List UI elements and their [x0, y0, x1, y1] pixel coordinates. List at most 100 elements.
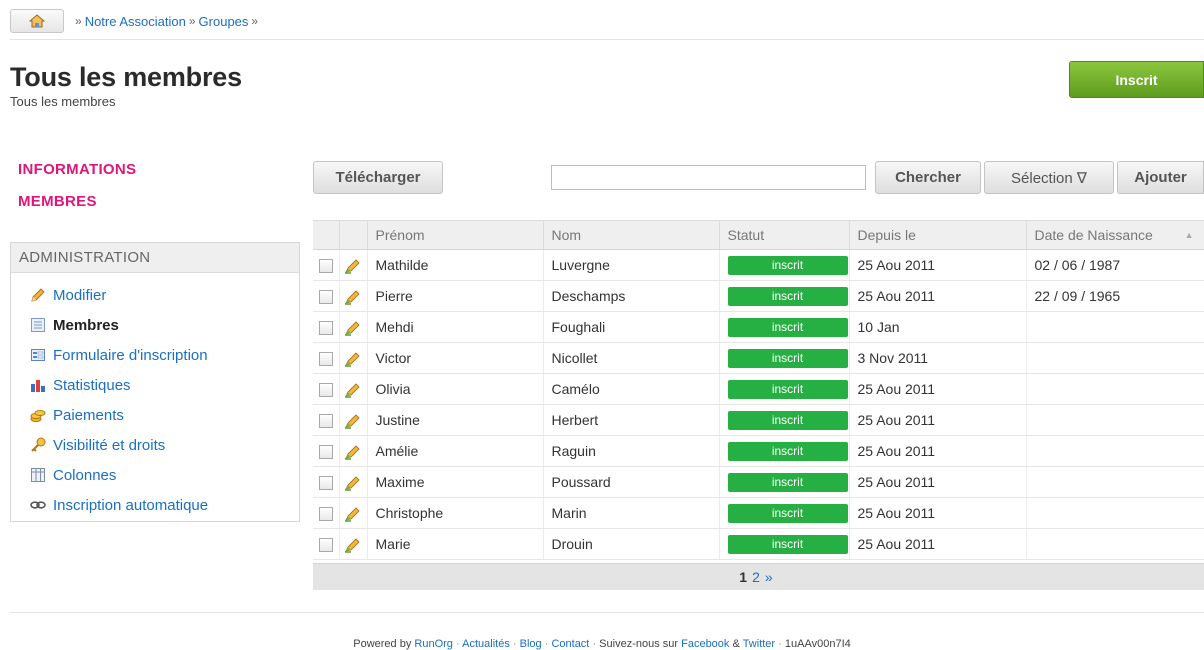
- cell-statut: inscrit: [719, 404, 850, 436]
- row-checkbox[interactable]: [318, 445, 333, 460]
- row-checkbox[interactable]: [318, 352, 333, 367]
- edit-icon[interactable]: [344, 444, 362, 460]
- page-title: Tous les membres: [10, 62, 242, 92]
- admin-panel: ADMINISTRATION Modifier Membres Formulai…: [10, 242, 300, 522]
- cell-depuis: 10 Jan: [849, 311, 1027, 343]
- footer-brand-link[interactable]: RunOrg: [414, 638, 453, 650]
- cell-naissance: [1026, 466, 1204, 498]
- nav-membres[interactable]: MEMBRES: [18, 193, 136, 225]
- row-edit-cell: [339, 528, 368, 560]
- page-next-link[interactable]: »: [765, 569, 773, 585]
- download-button[interactable]: Télécharger: [313, 161, 443, 194]
- column-prenom[interactable]: Prénom: [367, 220, 544, 250]
- row-edit-cell: [339, 404, 368, 436]
- row-checkbox[interactable]: [318, 259, 333, 274]
- row-edit-cell: [339, 435, 368, 467]
- edit-icon[interactable]: [344, 289, 362, 305]
- key-icon: [29, 437, 47, 453]
- row-checkbox[interactable]: [318, 538, 333, 553]
- row-checkbox[interactable]: [318, 383, 333, 398]
- cell-depuis: 25 Aou 2011: [849, 466, 1027, 498]
- search-button[interactable]: Chercher: [875, 161, 981, 194]
- admin-item-label: Modifier: [53, 286, 107, 304]
- footer-blog-link[interactable]: Blog: [520, 638, 542, 650]
- home-button[interactable]: [10, 9, 64, 33]
- nav-informations[interactable]: INFORMATIONS: [18, 161, 136, 193]
- sort-asc-icon[interactable]: ▲: [1185, 230, 1194, 240]
- admin-item-label: Colonnes: [53, 466, 117, 484]
- edit-icon[interactable]: [344, 351, 362, 367]
- edit-icon[interactable]: [344, 537, 362, 553]
- column-nom[interactable]: Nom: [543, 220, 720, 250]
- admin-item-label: Statistiques: [53, 376, 131, 394]
- home-icon: [29, 14, 45, 28]
- admin-item-statistiques[interactable]: Statistiques: [29, 370, 299, 400]
- table-row[interactable]: Maxime Poussard inscrit 25 Aou 2011: [313, 466, 1204, 498]
- admin-item-label: Membres: [53, 316, 119, 334]
- table-row[interactable]: Pierre Deschamps inscrit 25 Aou 2011 22 / 09…: [313, 280, 1204, 312]
- cell-depuis: 25 Aou 2011: [849, 249, 1027, 281]
- admin-item-formulaire[interactable]: Formulaire d'inscription: [29, 340, 299, 370]
- footer-facebook-link[interactable]: Facebook: [681, 638, 729, 650]
- admin-item-membres[interactable]: Membres: [29, 310, 299, 340]
- page-link[interactable]: 2: [752, 569, 760, 585]
- table-row[interactable]: Marie Drouin inscrit 25 Aou 2011: [313, 528, 1204, 560]
- row-checkbox[interactable]: [318, 476, 333, 491]
- table-row[interactable]: Christophe Marin inscrit 25 Aou 2011: [313, 497, 1204, 529]
- pencil-icon: [29, 287, 47, 303]
- edit-icon[interactable]: [344, 320, 362, 336]
- row-checkbox[interactable]: [318, 321, 333, 336]
- breadcrumb-groups[interactable]: Groupes: [199, 14, 249, 29]
- column-naissance[interactable]: Date de Naissance ▲: [1026, 220, 1204, 250]
- edit-icon[interactable]: [344, 258, 362, 274]
- footer-code: 1uAAv00n7I4: [784, 638, 851, 650]
- cell-statut: inscrit: [719, 311, 850, 343]
- row-select-cell: [313, 466, 340, 498]
- inscrit-button[interactable]: Inscrit: [1069, 61, 1204, 98]
- footer-twitter-link[interactable]: Twitter: [743, 638, 775, 650]
- row-select-cell: [313, 342, 340, 374]
- column-statut[interactable]: Statut: [719, 220, 850, 250]
- selection-dropdown[interactable]: Sélection ∇: [984, 161, 1114, 194]
- table-row[interactable]: Justine Herbert inscrit 25 Aou 2011: [313, 404, 1204, 436]
- table-row[interactable]: Mehdi Foughali inscrit 10 Jan: [313, 311, 1204, 343]
- form-icon: [29, 347, 47, 363]
- status-badge: inscrit: [727, 503, 848, 523]
- footer-follow: Suivez-nous sur: [599, 638, 679, 650]
- row-select-cell: [313, 249, 340, 281]
- row-checkbox[interactable]: [318, 290, 333, 305]
- breadcrumb-association[interactable]: Notre Association: [85, 14, 186, 29]
- admin-item-inscription-auto[interactable]: Inscription automatique: [29, 490, 299, 520]
- row-select-cell: [313, 373, 340, 405]
- row-checkbox[interactable]: [318, 507, 333, 522]
- cell-nom: Nicollet: [543, 342, 720, 374]
- table-row[interactable]: Mathilde Luvergne inscrit 25 Aou 2011 02 / 0…: [313, 249, 1204, 281]
- admin-item-label: Formulaire d'inscription: [53, 346, 208, 364]
- admin-item-modifier[interactable]: Modifier: [29, 280, 299, 310]
- add-button[interactable]: Ajouter: [1117, 161, 1204, 194]
- admin-item-colonnes[interactable]: Colonnes: [29, 460, 299, 490]
- footer-news-link[interactable]: Actualités: [462, 638, 510, 650]
- cell-depuis: 25 Aou 2011: [849, 435, 1027, 467]
- admin-item-paiements[interactable]: Paiements: [29, 400, 299, 430]
- table-row[interactable]: Victor Nicollet inscrit 3 Nov 2011: [313, 342, 1204, 374]
- row-checkbox[interactable]: [318, 414, 333, 429]
- search-input[interactable]: [551, 165, 866, 190]
- divider: [10, 612, 1204, 613]
- footer-amp: &: [732, 638, 740, 650]
- edit-icon[interactable]: [344, 382, 362, 398]
- members-table: Prénom Nom Statut Depuis le Date de Nais…: [313, 220, 1204, 560]
- admin-item-visibilite[interactable]: Visibilité et droits: [29, 430, 299, 460]
- cell-statut: inscrit: [719, 249, 850, 281]
- edit-icon[interactable]: [344, 506, 362, 522]
- column-depuis[interactable]: Depuis le: [849, 220, 1027, 250]
- table-row[interactable]: Olivia Camélo inscrit 25 Aou 2011: [313, 373, 1204, 405]
- table-row[interactable]: Amélie Raguin inscrit 25 Aou 2011: [313, 435, 1204, 467]
- edit-icon[interactable]: [344, 413, 362, 429]
- row-edit-cell: [339, 249, 368, 281]
- edit-icon[interactable]: [344, 475, 362, 491]
- cell-depuis: 25 Aou 2011: [849, 373, 1027, 405]
- cell-prenom: Olivia: [367, 373, 544, 405]
- cell-statut: inscrit: [719, 373, 850, 405]
- footer-contact-link[interactable]: Contact: [551, 638, 589, 650]
